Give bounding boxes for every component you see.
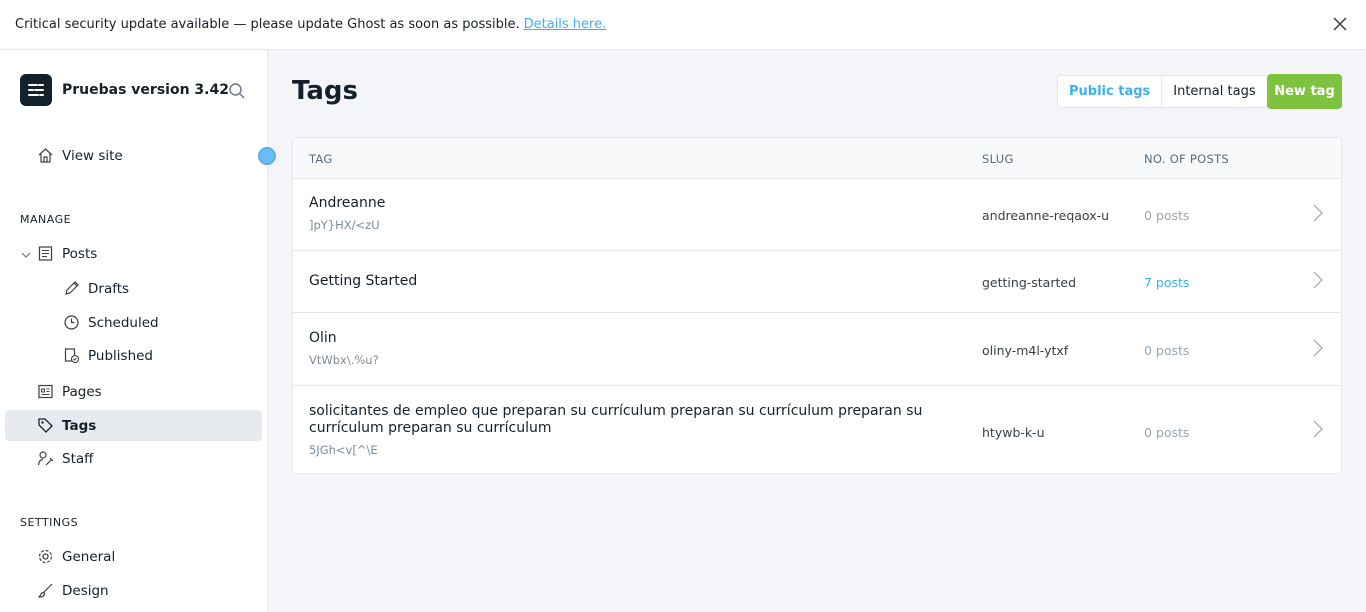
tag-description: VtWbx\.%u? [309, 353, 379, 367]
page-title: Tags [292, 76, 359, 106]
banner-details-link[interactable]: Details here. [524, 17, 607, 32]
tag-slug: getting-started [982, 275, 1077, 290]
chevron-right-icon[interactable] [1311, 339, 1325, 357]
search-icon[interactable] [228, 82, 246, 100]
table-row[interactable]: Olin VtWbx\.%u? oliny-m4l-ytxf 0 posts [293, 313, 1341, 386]
table-header: TAG SLUG NO. OF POSTS [293, 138, 1341, 179]
sidebar-item-staff[interactable]: Staff [5, 443, 262, 474]
site-title: Pruebas version 3.42 [62, 82, 229, 98]
sidebar-item-label: Scheduled [88, 314, 159, 331]
tag-icon [36, 417, 54, 435]
pencil-icon [62, 280, 80, 298]
tag-type-toggle: Public tags Internal tags [1057, 75, 1268, 108]
table-row[interactable]: Getting Started getting-started 7 posts [293, 251, 1341, 313]
sidebar-item-pages[interactable]: Pages [5, 376, 262, 407]
chevron-right-icon[interactable] [1311, 420, 1325, 438]
sidebar-item-label: Posts [62, 245, 98, 262]
chevron-right-icon[interactable] [1311, 271, 1325, 289]
published-icon [62, 347, 80, 365]
tag-name: Olin [309, 330, 337, 346]
sidebar-item-label: Design [62, 582, 109, 599]
internal-tags-tab[interactable]: Internal tags [1162, 76, 1266, 107]
sidebar-item-tags[interactable]: Tags [5, 410, 262, 441]
chevron-right-icon[interactable] [1311, 204, 1325, 222]
sidebar: Pruebas version 3.42 View site MANAGE Po… [0, 50, 276, 612]
home-icon [36, 147, 54, 165]
sidebar-item-view-site[interactable]: View site [5, 140, 262, 171]
tags-table: TAG SLUG NO. OF POSTS Andreanne ]pY}HX/<… [292, 137, 1342, 474]
tag-post-count: 0 posts [1144, 208, 1190, 223]
tag-name: solicitantes de empleo que preparan su c… [309, 403, 923, 436]
tag-post-count-link[interactable]: 7 posts [1144, 275, 1189, 290]
table-row[interactable]: Andreanne ]pY}HX/<zU andreanne-reqaox-u … [293, 179, 1341, 251]
sidebar-item-design[interactable]: Design [5, 575, 262, 606]
sidebar-item-label: Tags [62, 417, 97, 434]
table-row[interactable]: solicitantes de empleo que preparan su c… [293, 386, 1341, 474]
sidebar-item-published[interactable]: Published [5, 340, 262, 371]
site-brand[interactable]: Pruebas version 3.42 [20, 74, 229, 106]
column-header-slug: SLUG [982, 152, 1014, 166]
new-tag-button[interactable]: New tag [1267, 74, 1342, 109]
sidebar-item-label: Pages [62, 383, 102, 400]
sidebar-item-label: View site [62, 147, 123, 164]
sidebar-item-scheduled[interactable]: Scheduled [5, 307, 262, 338]
staff-icon [36, 450, 54, 468]
banner-message: Critical security update available — ple… [15, 17, 520, 32]
column-header-tag: TAG [309, 152, 333, 166]
close-icon[interactable] [1332, 16, 1348, 32]
sidebar-item-posts[interactable]: Posts [5, 238, 262, 269]
sidebar-item-label: Drafts [88, 280, 130, 297]
update-banner: Critical security update available — ple… [0, 0, 1366, 50]
tag-description: ]pY}HX/<zU [309, 218, 380, 232]
sidebar-item-label: Published [88, 347, 153, 364]
column-header-posts: NO. OF POSTS [1144, 152, 1230, 166]
pages-icon [36, 383, 54, 401]
public-tags-tab[interactable]: Public tags [1058, 76, 1163, 107]
tag-slug: andreanne-reqaox-u [982, 208, 1110, 223]
ghost-logo-icon [20, 74, 52, 106]
tag-slug: oliny-m4l-ytxf [982, 343, 1069, 358]
sidebar-item-drafts[interactable]: Drafts [5, 273, 262, 304]
tag-post-count: 0 posts [1144, 425, 1190, 440]
clock-icon [62, 314, 80, 332]
sidebar-item-label: General [62, 548, 116, 565]
tag-name: Getting Started [309, 273, 418, 289]
posts-icon [36, 245, 54, 263]
settings-section-label: SETTINGS [20, 516, 79, 529]
tag-description: 5JGh<v[^\E [309, 443, 378, 457]
brush-icon [36, 582, 54, 600]
tag-post-count: 0 posts [1144, 343, 1190, 358]
tag-name: Andreanne [309, 195, 386, 211]
tag-slug: htywb-k-u [982, 425, 1045, 440]
gear-icon [36, 548, 54, 566]
sidebar-item-general[interactable]: General [5, 541, 262, 572]
main-content: Tags Public tags Internal tags New tag T… [268, 50, 1366, 612]
sidebar-item-label: Staff [62, 450, 94, 467]
manage-section-label: MANAGE [20, 213, 72, 226]
